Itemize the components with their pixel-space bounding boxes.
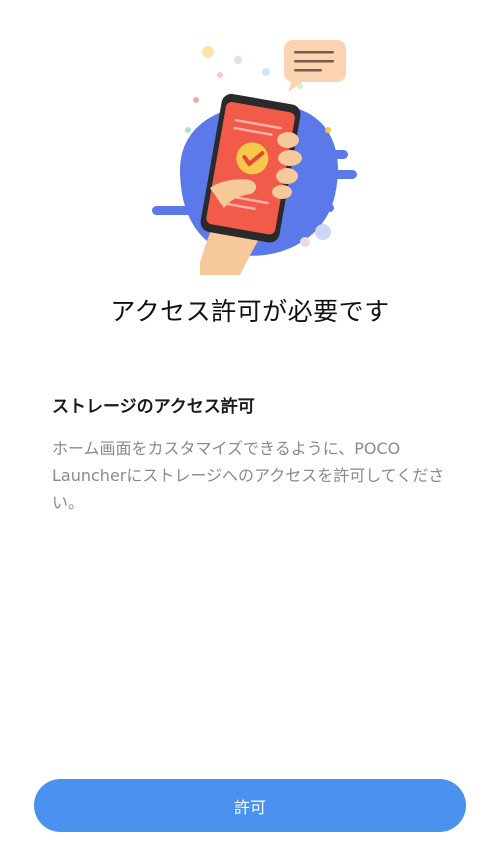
permission-section: ストレージのアクセス許可 ホーム画面をカスタマイズできるように、POCO Lau… [52, 395, 452, 516]
permission-heading: ストレージのアクセス許可 [52, 397, 255, 417]
allow-button[interactable]: 許可 [34, 779, 466, 832]
permission-illustration [140, 30, 370, 275]
permission-description: ホーム画面をカスタマイズできるように、POCO Launcherにストレージへの… [52, 439, 445, 512]
page-title: アクセス許可が必要です [110, 297, 390, 326]
phone-in-hand-checkmark-icon [152, 40, 357, 275]
